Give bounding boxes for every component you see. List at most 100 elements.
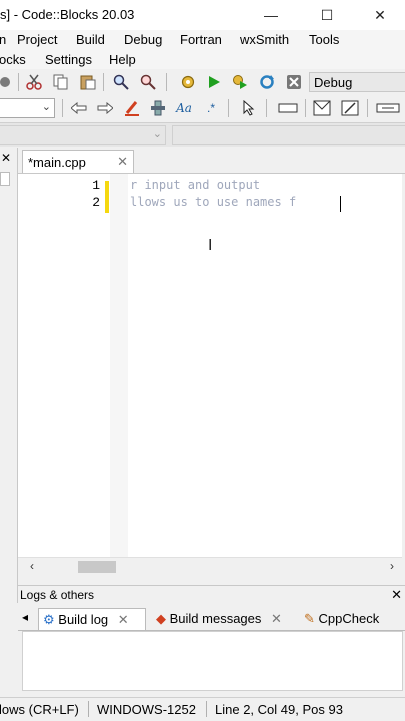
paste-icon[interactable]: [79, 73, 97, 91]
line-endings-status: lows (CR+LF): [0, 702, 79, 717]
scope-select[interactable]: ⌄: [0, 98, 55, 118]
code-editor[interactable]: 1 2 r input and output llows us to use n…: [18, 174, 402, 557]
close-icon[interactable]: ✕: [391, 587, 402, 603]
gear-icon: ⚙: [43, 612, 55, 627]
tab-build-messages[interactable]: ◆ Build messages ✕: [152, 608, 300, 630]
logs-panel: Logs & others ✕ ◂ ⚙ Build log ✕ ◆ Build …: [18, 585, 405, 694]
pencil-icon: ✎: [304, 611, 315, 626]
text-caret: [340, 196, 341, 212]
menu-bar-row2: ocks Settings Help: [0, 50, 405, 69]
line-number: 2: [92, 195, 100, 210]
cursor-position-status: Line 2, Col 49, Pos 93: [215, 702, 343, 717]
toolbar-separator: [367, 99, 368, 117]
title-bar: s] - Code::Blocks 20.03 — ☐ ✕: [0, 0, 405, 30]
scroll-left-icon[interactable]: ‹: [30, 559, 34, 573]
code-completion-toolbar: ⌄: [0, 123, 405, 147]
rectangle-icon[interactable]: [277, 99, 299, 117]
toolbar-separator: [166, 73, 167, 91]
menu-item-wxsmith[interactable]: wxSmith: [240, 32, 289, 47]
encoding-status: WINDOWS-1252: [97, 702, 196, 717]
function-select[interactable]: ⌄: [0, 125, 166, 145]
toolbar-separator: [266, 99, 267, 117]
close-icon[interactable]: ✕: [1, 151, 11, 165]
window-title: s] - Code::Blocks 20.03: [0, 7, 135, 22]
status-separator: [88, 701, 89, 717]
main-toolbar: Debug: [0, 69, 405, 96]
tab-label: *main.cpp: [28, 155, 86, 170]
horizontal-scrollbar[interactable]: ‹ ›: [18, 557, 402, 576]
toolbar-separator: [305, 99, 306, 117]
tab-label: Build log: [58, 612, 109, 627]
build-messages-icon: ◆: [156, 611, 166, 626]
menu-item-project[interactable]: Project: [17, 32, 57, 47]
partial-icon[interactable]: [0, 73, 14, 91]
chevron-down-icon: ⌄: [41, 101, 51, 113]
menu-item-settings[interactable]: Settings: [45, 52, 92, 67]
text-cursor-icon: I: [208, 237, 213, 254]
envelope-box-icon[interactable]: [313, 99, 331, 117]
build-and-run-icon[interactable]: [231, 73, 249, 91]
pointer-icon[interactable]: [240, 99, 258, 117]
line-number: 1: [92, 178, 100, 193]
find-icon[interactable]: [112, 73, 130, 91]
replace-icon[interactable]: [139, 73, 157, 91]
logs-tab-strip: ◂ ⚙ Build log ✕ ◆ Build messages ✕ ✎ Cpp…: [18, 606, 405, 631]
copy-icon[interactable]: [52, 73, 70, 91]
menu-item-tools[interactable]: Tools: [309, 32, 339, 47]
build-target-select[interactable]: Debug: [309, 72, 405, 92]
fold-margin[interactable]: [110, 174, 128, 557]
toolbar-separator: [103, 73, 104, 91]
close-icon[interactable]: ✕: [118, 612, 129, 627]
chevron-down-icon: ⌄: [152, 128, 162, 140]
menu-bar: n Project Build Debug Fortran wxSmith To…: [0, 30, 405, 50]
tab-cppcheck[interactable]: ✎ CppCheck: [300, 608, 405, 630]
minus-box-icon[interactable]: [375, 99, 401, 117]
rebuild-icon[interactable]: [258, 73, 276, 91]
status-separator: [206, 701, 207, 717]
cut-icon[interactable]: [25, 73, 43, 91]
logs-title: Logs & others: [20, 588, 95, 602]
menu-item-build[interactable]: Build: [76, 32, 105, 47]
line-number-gutter: 1 2: [18, 174, 104, 557]
highlight-icon[interactable]: [123, 99, 141, 117]
scroll-tabs-left-icon[interactable]: ◂: [22, 610, 28, 624]
menu-item-fortran[interactable]: Fortran: [180, 32, 222, 47]
match-case-icon[interactable]: Aa: [175, 99, 193, 117]
jump-back-icon[interactable]: [70, 99, 88, 117]
abort-icon[interactable]: [285, 73, 303, 91]
status-bar: lows (CR+LF) WINDOWS-1252 Line 2, Col 49…: [0, 697, 405, 721]
scroll-right-icon[interactable]: ›: [390, 559, 394, 573]
selected-text-icon[interactable]: [149, 99, 167, 117]
build-log-output[interactable]: [22, 631, 403, 691]
jump-forward-icon[interactable]: [96, 99, 114, 117]
edit-box-icon[interactable]: [341, 99, 359, 117]
tab-build-log[interactable]: ⚙ Build log ✕: [38, 608, 146, 630]
secondary-toolbar: ⌄ Aa .*: [0, 95, 405, 123]
run-icon[interactable]: [205, 73, 223, 91]
menu-item-partial[interactable]: n: [0, 32, 6, 47]
tab-label: CppCheck: [318, 611, 380, 626]
toolbar-separator: [228, 99, 229, 117]
tab-label: Build messages: [169, 611, 262, 626]
build-gear-icon[interactable]: [179, 73, 197, 91]
close-icon[interactable]: ✕: [271, 611, 282, 626]
code-line[interactable]: llows us to use names f: [130, 195, 296, 209]
scrollbar-thumb[interactable]: [78, 561, 116, 573]
close-button[interactable]: ✕: [358, 0, 402, 30]
toolbar-separator: [62, 99, 63, 117]
toolbar-separator: [18, 73, 19, 91]
management-panel: ✕: [0, 148, 18, 603]
tab-main-cpp[interactable]: *main.cpp ✕: [22, 150, 134, 173]
menu-item-blocks-partial[interactable]: ocks: [0, 52, 26, 67]
maximize-button[interactable]: ☐: [305, 0, 349, 30]
menu-item-help[interactable]: Help: [109, 52, 136, 67]
close-icon[interactable]: ✕: [117, 154, 128, 170]
code-line[interactable]: r input and output: [130, 178, 260, 192]
change-marker: [105, 181, 109, 213]
minimize-button[interactable]: —: [249, 0, 293, 30]
symbol-select[interactable]: [172, 125, 405, 145]
editor-tab-strip: *main.cpp ✕: [18, 148, 405, 174]
regex-icon[interactable]: .*: [202, 99, 220, 117]
menu-item-debug[interactable]: Debug: [124, 32, 162, 47]
panel-tab-edge[interactable]: [0, 172, 10, 186]
